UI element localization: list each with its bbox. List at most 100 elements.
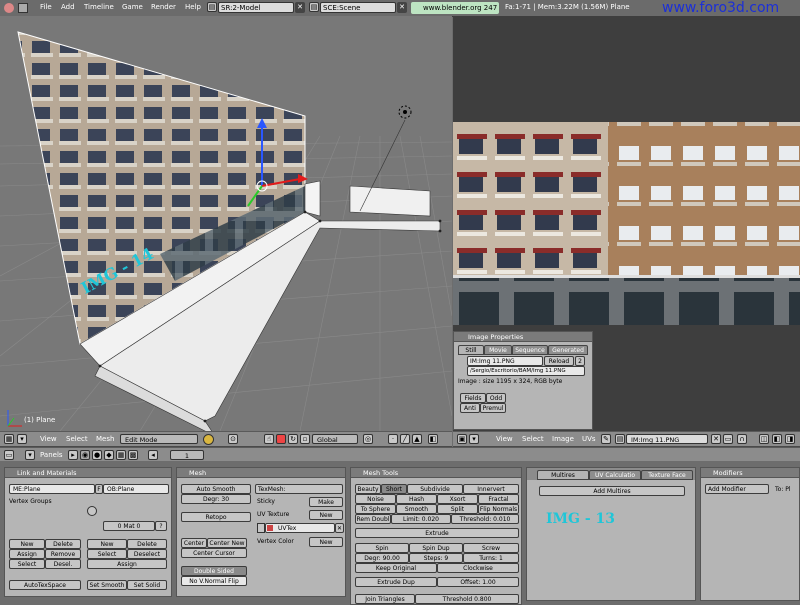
- innervert-button[interactable]: Innervert: [463, 484, 519, 494]
- rotate-icon[interactable]: ↻: [288, 434, 298, 444]
- material-delete-button[interactable]: Delete: [127, 539, 167, 549]
- to-sphere-button[interactable]: To Sphere: [355, 504, 396, 514]
- uv-texture-new-button[interactable]: New: [309, 510, 343, 520]
- screw-button[interactable]: Screw: [463, 543, 519, 553]
- script-context-icon[interactable]: ◉: [80, 450, 90, 460]
- menu-render[interactable]: Render: [151, 3, 176, 11]
- image-render-icon[interactable]: ◨: [785, 434, 795, 444]
- mesh-name-field[interactable]: ME:Plane: [9, 484, 95, 494]
- editor-type-icon[interactable]: ▦: [4, 434, 14, 444]
- menu-uvs[interactable]: UVs: [582, 435, 596, 443]
- frame-field[interactable]: 1: [170, 450, 204, 460]
- material-index-field[interactable]: 0 Mat 0: [103, 521, 155, 531]
- image-selector[interactable]: IM:Img 11.PNG: [626, 434, 708, 444]
- shading-context-icon[interactable]: ●: [92, 450, 102, 460]
- no-v-normal-flip-toggle[interactable]: No V.Normal Flip: [181, 576, 247, 586]
- center-cursor-button[interactable]: Center Cursor: [181, 548, 247, 558]
- translate-icon[interactable]: [276, 434, 286, 444]
- beauty-toggle[interactable]: Beauty: [355, 484, 381, 494]
- center-new-button[interactable]: Center New: [207, 538, 247, 548]
- remove-doubles-button[interactable]: Rem Doubl: [355, 514, 391, 524]
- pivot-icon[interactable]: ⊙: [228, 434, 238, 444]
- autotexspace-toggle[interactable]: AutoTexSpace: [9, 580, 81, 590]
- menu-view[interactable]: View: [40, 435, 57, 443]
- subdivide-button[interactable]: Subdivide: [407, 484, 463, 494]
- menu-game[interactable]: Game: [122, 3, 143, 11]
- vertex-group-menu-icon[interactable]: [87, 506, 97, 516]
- screen-delete-button[interactable]: ✕: [295, 2, 305, 13]
- image-unlink-icon[interactable]: ✕: [711, 434, 721, 444]
- layer-icon[interactable]: ◎: [363, 434, 373, 444]
- set-solid-button[interactable]: Set Solid: [127, 580, 167, 590]
- uvtex-name-field[interactable]: UVTex: [265, 523, 335, 533]
- material-deselect-button[interactable]: Deselect: [127, 549, 167, 559]
- vgroup-delete-button[interactable]: Delete: [45, 539, 81, 549]
- scene-browse-icon[interactable]: ▤: [309, 2, 319, 12]
- 3d-viewport[interactable]: IMG - 14 (1) Plane: [0, 16, 452, 431]
- smooth-button[interactable]: Smooth: [396, 504, 437, 514]
- join-threshold-field[interactable]: Threshold 0.800: [415, 594, 519, 604]
- image-path-field[interactable]: /Sergio/Escritorio/BAM/Img 11.PNG: [467, 366, 585, 376]
- tab-movie[interactable]: Movie: [484, 345, 512, 355]
- vertex-color-new-button[interactable]: New: [309, 537, 343, 547]
- manipulator-hand-icon[interactable]: ☝: [264, 434, 274, 444]
- set-smooth-button[interactable]: Set Smooth: [87, 580, 127, 590]
- tab-still[interactable]: Still: [458, 345, 484, 355]
- logic-context-icon[interactable]: ▸: [68, 450, 78, 460]
- vgroup-assign-button[interactable]: Assign: [9, 549, 45, 559]
- anti-toggle[interactable]: Anti: [460, 403, 480, 413]
- menu-image-select[interactable]: Select: [522, 435, 544, 443]
- turns-field[interactable]: Turns: 1: [463, 553, 519, 563]
- fractal-button[interactable]: Fractal: [478, 494, 519, 504]
- panels-label[interactable]: Panels: [40, 451, 63, 459]
- smooth-degree-field[interactable]: Degr: 30: [181, 494, 251, 504]
- image-name-field[interactable]: IM:Img 11.PNG: [467, 356, 543, 366]
- collapse-menu-icon[interactable]: ▾: [17, 434, 27, 444]
- vgroup-remove-button[interactable]: Remove: [45, 549, 81, 559]
- menu-image[interactable]: Image: [552, 435, 574, 443]
- fields-toggle[interactable]: Fields: [460, 393, 486, 403]
- material-help-button[interactable]: ?: [155, 521, 167, 531]
- flip-normals-button[interactable]: Flip Normals: [478, 504, 519, 514]
- threshold-field[interactable]: Threshold: 0.010: [451, 514, 519, 524]
- short-toggle[interactable]: Short: [381, 484, 407, 494]
- scene-selector[interactable]: SCE:Scene: [320, 2, 396, 13]
- reload-button[interactable]: Reload: [544, 356, 574, 366]
- viewport-scene[interactable]: [0, 16, 452, 431]
- menu-select[interactable]: Select: [66, 435, 88, 443]
- offset-field[interactable]: Offset: 1.00: [437, 577, 519, 587]
- edge-select-icon[interactable]: ╱: [400, 434, 410, 444]
- scene-context-icon[interactable]: ▩: [128, 450, 138, 460]
- menu-mesh[interactable]: Mesh: [96, 435, 114, 443]
- vgroup-new-button[interactable]: New: [9, 539, 45, 549]
- uv-active-checkbox[interactable]: [257, 523, 265, 533]
- noise-button[interactable]: Noise: [355, 494, 396, 504]
- frame-prev-icon[interactable]: ◂: [148, 450, 158, 460]
- buttons-collapse-icon[interactable]: ▾: [25, 450, 35, 460]
- image-display-icon[interactable]: ◧: [772, 434, 782, 444]
- image-editor-type-icon[interactable]: ▣: [457, 434, 467, 444]
- transform-orientation-selector[interactable]: Global: [312, 434, 358, 444]
- material-assign-button[interactable]: Assign: [87, 559, 167, 569]
- menu-timeline[interactable]: Timeline: [84, 3, 114, 11]
- image-browse-icon[interactable]: ▤: [615, 434, 625, 444]
- center-button[interactable]: Center: [181, 538, 207, 548]
- spin-degree-field[interactable]: Degr: 90.00: [355, 553, 409, 563]
- texmesh-field[interactable]: TexMesh:: [255, 484, 343, 494]
- scene-delete-button[interactable]: ✕: [397, 2, 407, 13]
- screen-selector[interactable]: SR:2-Model: [218, 2, 294, 13]
- fake-user-button[interactable]: F: [95, 484, 103, 494]
- premul-toggle[interactable]: Premul: [480, 403, 506, 413]
- material-new-button[interactable]: New: [87, 539, 127, 549]
- extrude-button[interactable]: Extrude: [355, 528, 519, 538]
- image-pack-icon[interactable]: ▭: [723, 434, 733, 444]
- hash-button[interactable]: Hash: [396, 494, 437, 504]
- steps-field[interactable]: Steps: 9: [409, 553, 463, 563]
- uvtex-render-icon[interactable]: [267, 525, 273, 531]
- limit-field[interactable]: Limit: 0.020: [391, 514, 451, 524]
- tab-multires[interactable]: Multires: [537, 470, 589, 480]
- vgroup-deselect-button[interactable]: Desel.: [45, 559, 81, 569]
- menu-image-view[interactable]: View: [496, 435, 513, 443]
- split-button[interactable]: Split: [437, 504, 478, 514]
- tab-sequence[interactable]: Sequence: [512, 345, 548, 355]
